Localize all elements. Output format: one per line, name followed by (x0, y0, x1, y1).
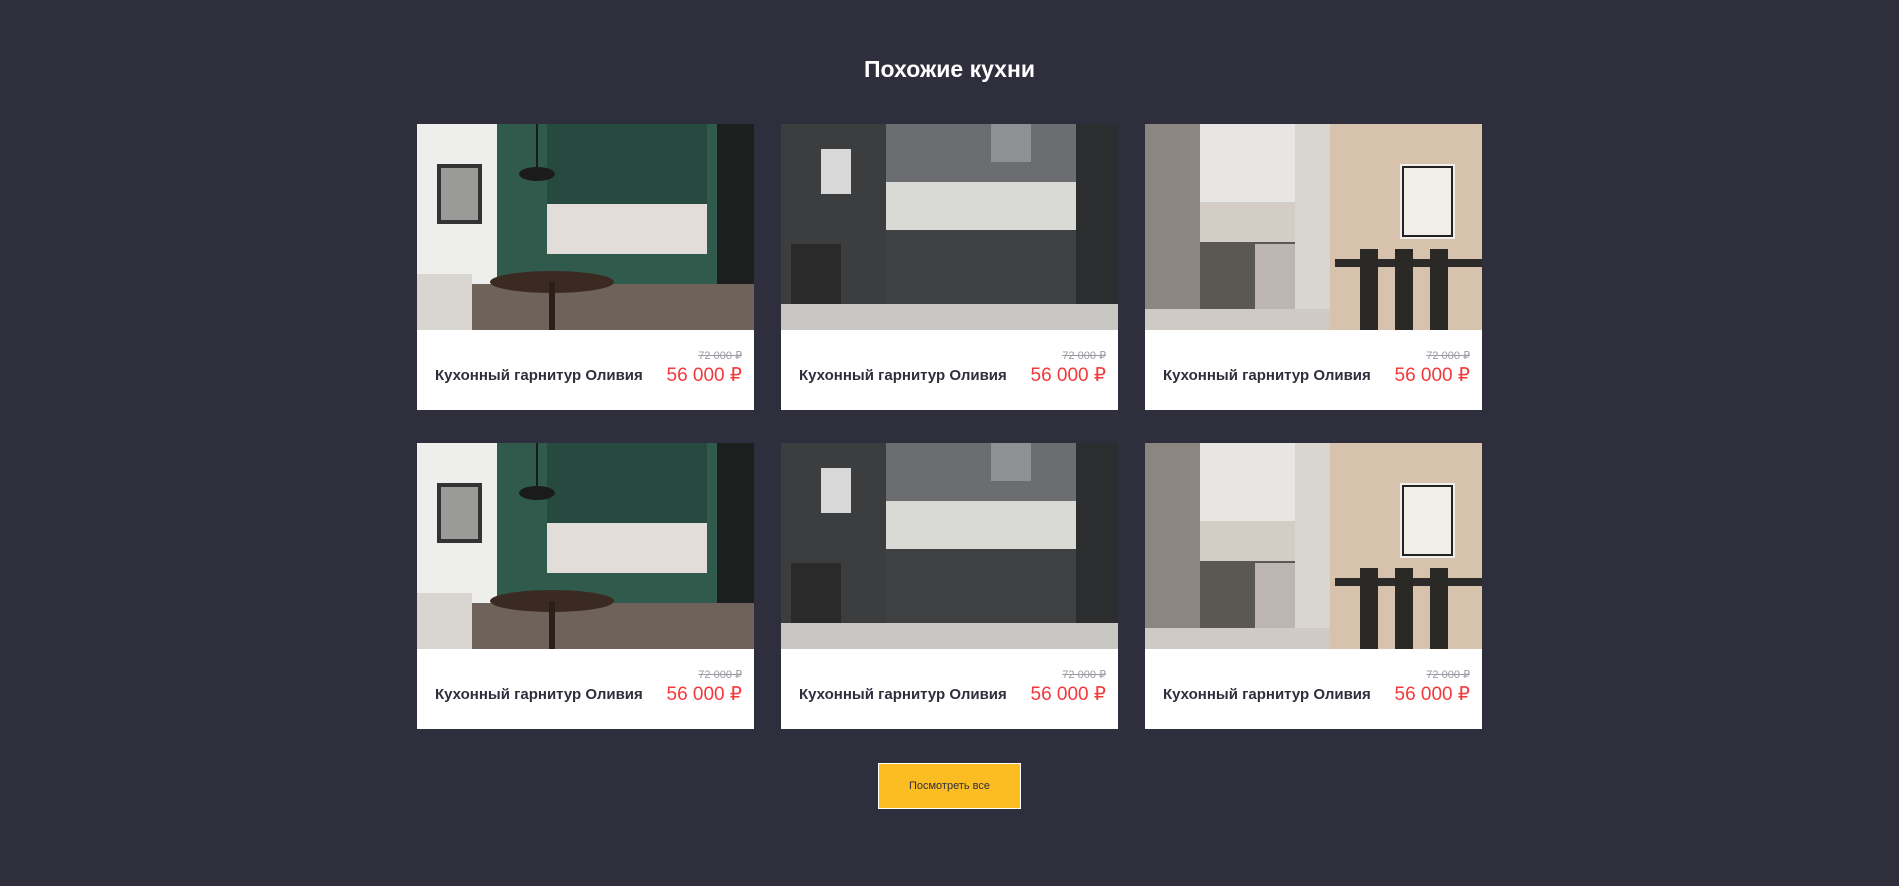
section-title: Похожие кухни (863, 56, 1035, 82)
kitchen-light-wood-photo (1145, 124, 1482, 330)
product-name: Кухонный гарнитур Оливия (1163, 686, 1371, 703)
kitchen-graphite-photo (781, 124, 1118, 330)
price: 56 000 ₽ (1394, 365, 1470, 386)
product-grid: Кухонный гарнитур Оливия 72 000 ₽ 56 000… (417, 124, 1482, 729)
product-name: Кухонный гарнитур Оливия (799, 367, 1007, 384)
product-info: Кухонный гарнитур Оливия 72 000 ₽ 56 000… (1145, 649, 1482, 729)
product-info: Кухонный гарнитур Оливия 72 000 ₽ 56 000… (417, 330, 754, 410)
product-card[interactable]: Кухонный гарнитур Оливия 72 000 ₽ 56 000… (1145, 124, 1482, 410)
price: 56 000 ₽ (1394, 684, 1470, 705)
product-info: Кухонный гарнитур Оливия 72 000 ₽ 56 000… (781, 649, 1118, 729)
old-price: 72 000 ₽ (698, 350, 742, 362)
product-name: Кухонный гарнитур Оливия (1163, 367, 1371, 384)
view-all-button[interactable]: Посмотреть все (878, 763, 1021, 809)
product-card[interactable]: Кухонный гарнитур Оливия 72 000 ₽ 56 000… (1145, 443, 1482, 729)
price: 56 000 ₽ (1030, 684, 1106, 705)
product-info: Кухонный гарнитур Оливия 72 000 ₽ 56 000… (781, 330, 1118, 410)
price: 56 000 ₽ (666, 684, 742, 705)
kitchen-green-photo (417, 124, 754, 330)
product-card[interactable]: Кухонный гарнитур Оливия 72 000 ₽ 56 000… (781, 124, 1118, 410)
product-info: Кухонный гарнитур Оливия 72 000 ₽ 56 000… (1145, 330, 1482, 410)
product-card[interactable]: Кухонный гарнитур Оливия 72 000 ₽ 56 000… (417, 124, 754, 410)
price: 56 000 ₽ (1030, 365, 1106, 386)
price: 56 000 ₽ (666, 365, 742, 386)
product-info: Кухонный гарнитур Оливия 72 000 ₽ 56 000… (417, 649, 754, 729)
product-name: Кухонный гарнитур Оливия (435, 686, 643, 703)
kitchen-light-wood-photo (1145, 443, 1482, 649)
old-price: 72 000 ₽ (1426, 669, 1470, 681)
product-card[interactable]: Кухонный гарнитур Оливия 72 000 ₽ 56 000… (781, 443, 1118, 729)
old-price: 72 000 ₽ (1062, 669, 1106, 681)
kitchen-green-photo (417, 443, 754, 649)
product-name: Кухонный гарнитур Оливия (799, 686, 1007, 703)
kitchen-graphite-photo (781, 443, 1118, 649)
old-price: 72 000 ₽ (1062, 350, 1106, 362)
old-price: 72 000 ₽ (698, 669, 742, 681)
product-name: Кухонный гарнитур Оливия (435, 367, 643, 384)
product-card[interactable]: Кухонный гарнитур Оливия 72 000 ₽ 56 000… (417, 443, 754, 729)
old-price: 72 000 ₽ (1426, 350, 1470, 362)
